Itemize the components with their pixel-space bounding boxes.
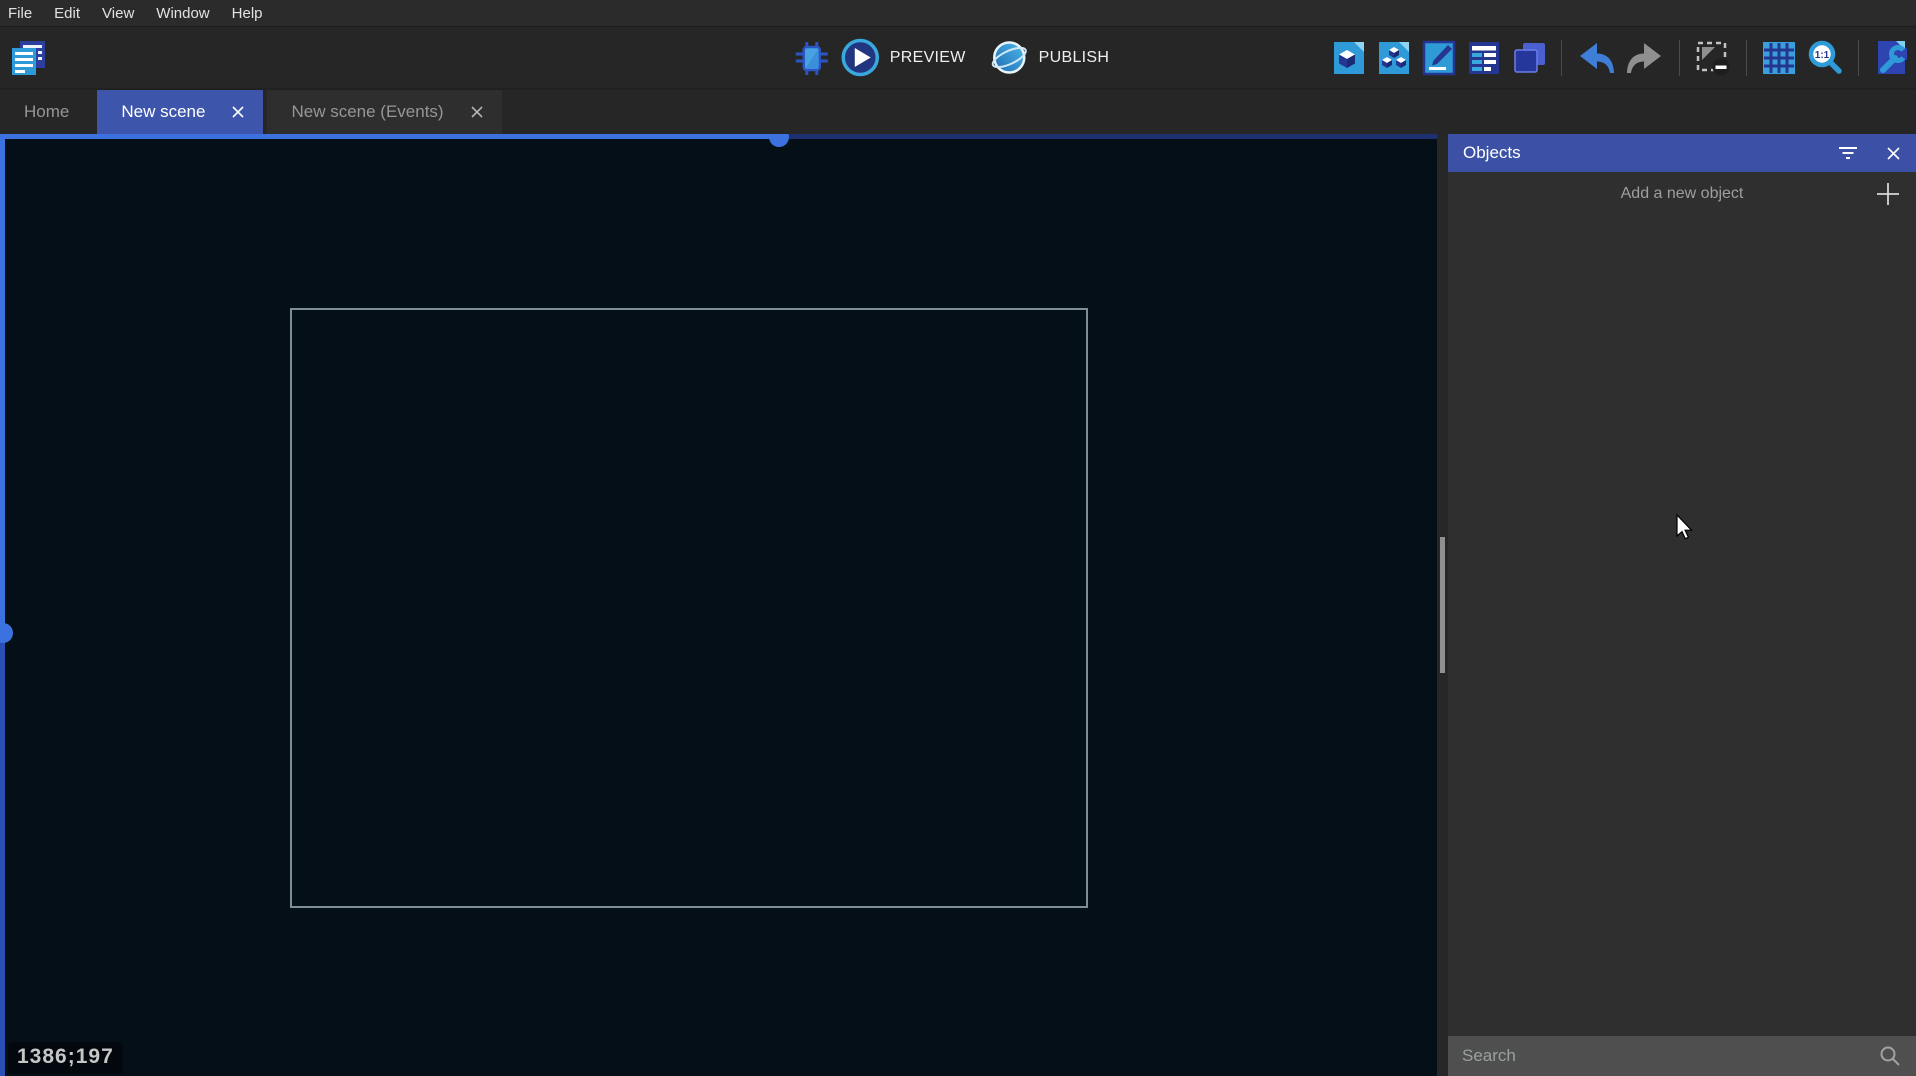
- tab-new-scene[interactable]: New scene: [97, 90, 263, 134]
- search-bar: [1448, 1036, 1916, 1076]
- objects-list-empty[interactable]: [1448, 216, 1916, 1036]
- deselect-all-icon[interactable]: [1694, 39, 1732, 77]
- toolbar-separator: [1561, 40, 1562, 76]
- close-icon[interactable]: [231, 105, 245, 119]
- grid-icon[interactable]: [1761, 40, 1797, 76]
- filter-icon[interactable]: [1836, 144, 1860, 162]
- add-new-object-button[interactable]: Add a new object: [1448, 172, 1916, 216]
- toolbar-separator: [1858, 40, 1859, 76]
- objects-panel: Objects: [1448, 134, 1916, 1076]
- publish-button[interactable]: PUBLISH: [1039, 49, 1110, 67]
- search-icon: [1878, 1044, 1902, 1068]
- menu-window[interactable]: Window: [145, 5, 220, 22]
- horizontal-scrollbar-thumb[interactable]: [769, 134, 789, 147]
- close-icon[interactable]: [1886, 146, 1901, 161]
- redo-icon[interactable]: [1625, 39, 1665, 77]
- menu-view[interactable]: View: [91, 5, 145, 22]
- preview-play-icon[interactable]: [840, 37, 881, 78]
- toolbar-separator: [1679, 40, 1680, 76]
- app-window: File Edit View Window Help: [0, 0, 1916, 1076]
- debugger-icon[interactable]: [793, 39, 831, 77]
- vertical-scrollbar-thumb[interactable]: [0, 623, 13, 643]
- layers-icon[interactable]: [1511, 40, 1547, 76]
- scene-window-border: [290, 308, 1088, 908]
- preview-button[interactable]: PREVIEW: [890, 49, 966, 67]
- toolbar: PREVIEW PUBLISH: [0, 27, 1916, 88]
- cursor-coordinates: 1386;197: [8, 1042, 123, 1074]
- zoom-1-1-icon[interactable]: 1:1: [1806, 39, 1844, 77]
- objects-panel-title: Objects: [1463, 143, 1836, 163]
- objects-panel-header: Objects: [1448, 134, 1916, 172]
- menu-file[interactable]: File: [8, 5, 43, 22]
- toolbar-separator: [1746, 40, 1747, 76]
- object-groups-icon[interactable]: [1376, 40, 1412, 76]
- add-new-object-label: Add a new object: [1448, 185, 1916, 203]
- menu-help[interactable]: Help: [221, 5, 274, 22]
- horizontal-scrollbar-fill: [0, 134, 779, 139]
- undo-icon[interactable]: [1576, 39, 1616, 77]
- vertical-scrollbar-fill: [0, 134, 5, 633]
- settings-icon[interactable]: [1873, 39, 1911, 77]
- plus-icon[interactable]: [1875, 181, 1901, 207]
- scene-properties-icon[interactable]: [1421, 40, 1457, 76]
- instances-list-icon[interactable]: [1466, 40, 1502, 76]
- menu-edit[interactable]: Edit: [43, 5, 91, 22]
- menu-bar: File Edit View Window Help: [0, 0, 1916, 27]
- panel-resize-divider[interactable]: [1437, 134, 1448, 1076]
- tab-bar: Home New scene New scene (Events): [0, 88, 1916, 134]
- publish-globe-icon[interactable]: [989, 37, 1030, 78]
- panel-resize-handle[interactable]: [1440, 537, 1445, 673]
- tab-home[interactable]: Home: [0, 90, 93, 134]
- scene-objects-icon[interactable]: [1331, 40, 1367, 76]
- close-icon[interactable]: [470, 105, 484, 119]
- tab-new-scene-events[interactable]: New scene (Events): [267, 90, 501, 134]
- content-area: 1386;197 Objects: [0, 134, 1916, 1076]
- svg-text:1:1: 1:1: [1815, 50, 1830, 61]
- project-manager-icon[interactable]: [8, 38, 48, 78]
- scene-canvas[interactable]: 1386;197: [0, 134, 1437, 1076]
- mouse-cursor-icon: [1675, 514, 1697, 547]
- search-input[interactable]: [1462, 1046, 1878, 1066]
